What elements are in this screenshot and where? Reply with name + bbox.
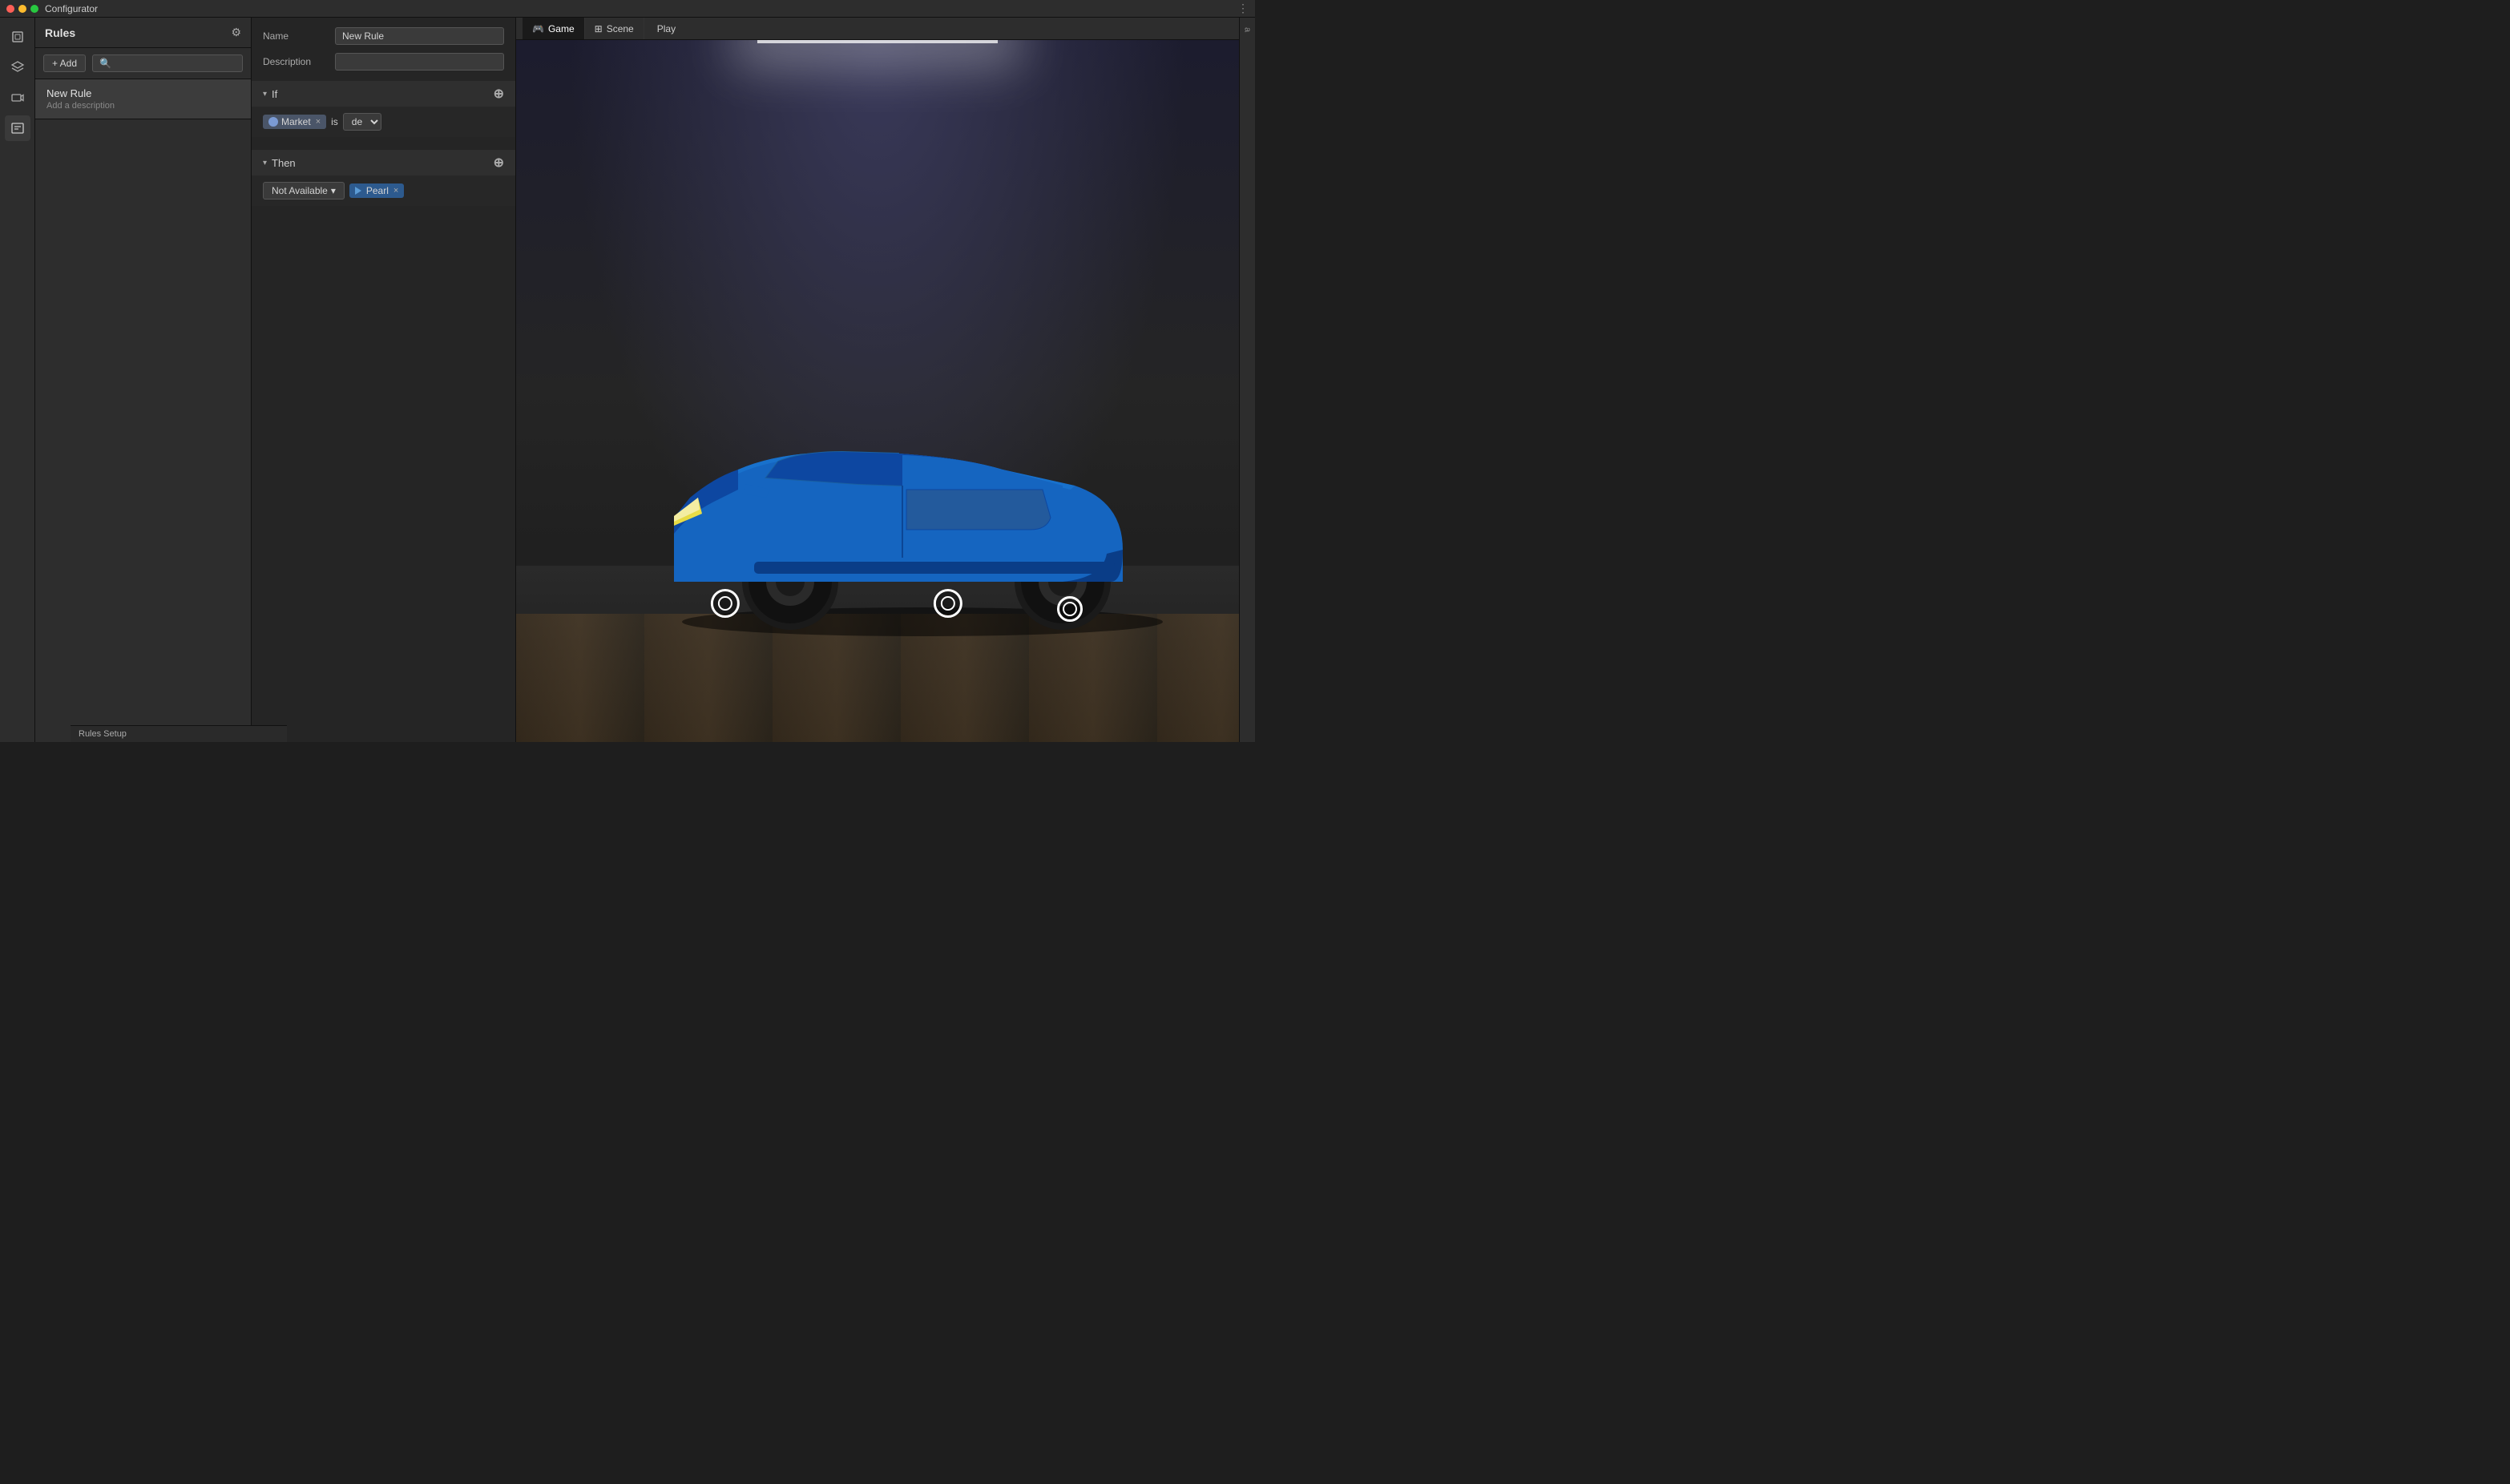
rule-item-name: New Rule bbox=[46, 87, 240, 99]
name-input[interactable] bbox=[335, 27, 504, 45]
title-menu-icon[interactable]: ⋮ bbox=[1237, 2, 1249, 15]
rule-editor: Name Description ▾ If ⊕ Market bbox=[252, 18, 516, 742]
tab-game[interactable]: 🎮 Game bbox=[523, 18, 585, 39]
pearl-tag-icon bbox=[355, 187, 363, 195]
pearl-tag-label: Pearl bbox=[366, 185, 389, 196]
pearl-tag-close[interactable]: × bbox=[393, 186, 398, 196]
if-add-icon[interactable]: ⊕ bbox=[494, 86, 504, 102]
is-text: is bbox=[331, 116, 338, 127]
maximize-dot[interactable] bbox=[30, 5, 38, 13]
close-dot[interactable] bbox=[6, 5, 14, 13]
tab-scene[interactable]: ⊞ Scene bbox=[585, 18, 644, 39]
minimize-dot[interactable] bbox=[18, 5, 26, 13]
description-field-row: Description bbox=[252, 49, 515, 75]
game-tab-label: Game bbox=[548, 23, 575, 34]
action-dropdown[interactable]: Not Available ▾ bbox=[263, 182, 345, 200]
sidebar-icon-layers[interactable] bbox=[5, 54, 30, 80]
name-label: Name bbox=[263, 30, 327, 42]
then-section: ▾ Then ⊕ Not Available ▾ Pearl × bbox=[252, 150, 515, 206]
sidebar-icon-cube[interactable] bbox=[5, 24, 30, 50]
sidebar-icon-rules[interactable] bbox=[5, 115, 30, 141]
name-field-row: Name bbox=[252, 18, 515, 49]
scene-tab-label: Scene bbox=[607, 23, 634, 34]
app-title: Configurator bbox=[45, 3, 98, 14]
description-input[interactable] bbox=[335, 53, 504, 71]
rules-toolbar: + Add bbox=[35, 48, 251, 79]
game-tab-icon: 🎮 bbox=[532, 23, 544, 34]
right-panel: a bbox=[1239, 18, 1255, 742]
rules-title: Rules bbox=[45, 26, 75, 39]
condition-row: Market × is de en fr bbox=[263, 113, 504, 131]
icon-sidebar bbox=[0, 18, 35, 742]
wheel-indicator-rear bbox=[711, 589, 740, 618]
wheel-indicator-far-right bbox=[1057, 596, 1083, 622]
sidebar-icon-video[interactable] bbox=[5, 85, 30, 111]
car-scene bbox=[516, 40, 1239, 742]
play-button[interactable]: Play bbox=[651, 22, 682, 36]
market-tag[interactable]: Market × bbox=[263, 115, 326, 129]
title-bar: Configurator ⋮ bbox=[0, 0, 1255, 18]
condition-value-select[interactable]: de en fr bbox=[343, 113, 381, 131]
pearl-tag[interactable]: Pearl × bbox=[349, 183, 404, 198]
gear-icon[interactable]: ⚙ bbox=[231, 26, 241, 39]
rule-list-item[interactable]: New Rule Add a description bbox=[35, 79, 251, 119]
if-section-content: Market × is de en fr bbox=[252, 107, 515, 137]
window-controls bbox=[6, 5, 38, 13]
then-add-icon[interactable]: ⊕ bbox=[494, 155, 504, 171]
then-chevron-icon[interactable]: ▾ bbox=[263, 159, 267, 167]
main-layout: Rules ⚙ + Add New Rule Add a description… bbox=[0, 18, 1255, 742]
then-row: Not Available ▾ Pearl × bbox=[263, 182, 504, 200]
rule-item-desc: Add a description bbox=[46, 101, 240, 111]
market-tag-label: Market bbox=[281, 116, 311, 127]
ceiling-light bbox=[757, 40, 998, 43]
then-section-header: ▾ Then ⊕ bbox=[252, 150, 515, 175]
viewport-content bbox=[516, 40, 1239, 742]
then-section-content: Not Available ▾ Pearl × bbox=[252, 175, 515, 206]
market-tag-close[interactable]: × bbox=[316, 117, 321, 127]
then-section-label: ▾ Then bbox=[263, 157, 296, 169]
viewport-tabs: 🎮 Game ⊞ Scene Play bbox=[516, 18, 1239, 40]
search-input[interactable] bbox=[92, 54, 243, 72]
right-panel-label: a bbox=[1243, 27, 1253, 32]
description-label: Description bbox=[263, 56, 327, 67]
viewport-panel: 🎮 Game ⊞ Scene Play bbox=[516, 18, 1239, 742]
action-dropdown-arrow: ▾ bbox=[331, 185, 336, 196]
rules-panel: Rules ⚙ + Add New Rule Add a description… bbox=[35, 18, 252, 742]
rules-header: Rules ⚙ bbox=[35, 18, 251, 48]
wheel-indicator-front bbox=[934, 589, 962, 618]
action-dropdown-label: Not Available bbox=[272, 185, 328, 196]
add-rule-button[interactable]: + Add bbox=[43, 54, 86, 72]
if-section-label: ▾ If bbox=[263, 88, 277, 100]
add-rule-label: + Add bbox=[52, 58, 77, 69]
if-chevron-icon[interactable]: ▾ bbox=[263, 90, 267, 99]
if-section-header: ▾ If ⊕ bbox=[252, 81, 515, 107]
if-section: ▾ If ⊕ Market × is de en fr bbox=[252, 81, 515, 137]
scene-tab-icon: ⊞ bbox=[595, 23, 603, 34]
rules-setup-label: Rules Setup bbox=[71, 725, 287, 742]
market-tag-icon bbox=[268, 117, 278, 127]
